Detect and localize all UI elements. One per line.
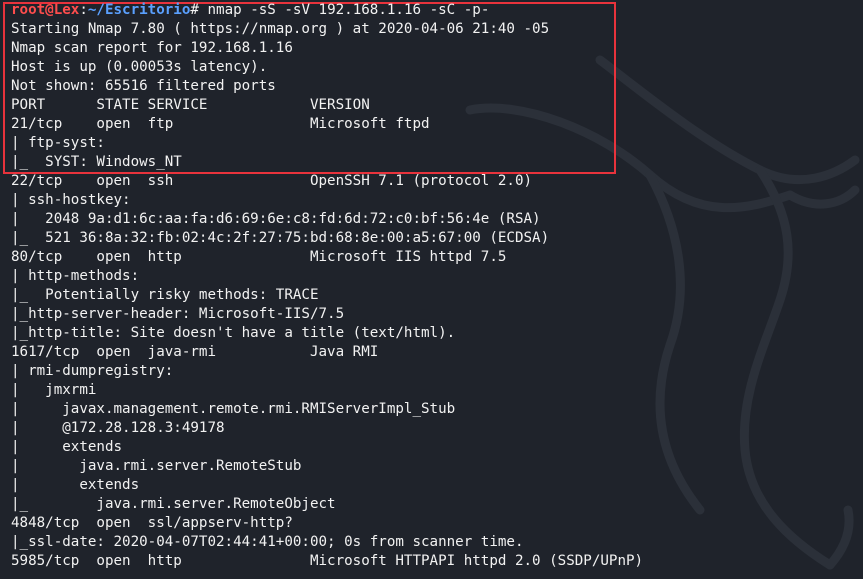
script-output-line: | ftp-syst: xyxy=(11,135,105,151)
output-line: Starting Nmap 7.80 ( https://nmap.org ) … xyxy=(11,21,550,37)
script-output-line: |_http-title: Site doesn't have a title … xyxy=(11,325,456,341)
prompt-separator: : xyxy=(79,2,88,18)
script-output-line: |_ 521 36:8a:32:fb:02:4c:2f:27:75:bd:68:… xyxy=(11,230,550,246)
script-output-line: | @172.28.128.3:49178 xyxy=(11,420,225,436)
script-output-line: | rmi-dumpregistry: xyxy=(11,363,174,379)
script-output-line: |_ssl-date: 2020-04-07T02:44:41+00:00; 0… xyxy=(11,534,524,550)
terminal-output: root@Lex:~/Escritorio# nmap -sS -sV 192.… xyxy=(11,1,643,571)
port-line: 21/tcp open ftp Microsoft ftpd xyxy=(11,116,430,132)
output-line: Not shown: 65516 filtered ports xyxy=(11,78,276,94)
script-output-line: | java.rmi.server.RemoteStub xyxy=(11,458,302,474)
script-output-line: | extends xyxy=(11,439,123,455)
port-line: 22/tcp open ssh OpenSSH 7.1 (protocol 2.… xyxy=(11,173,533,189)
script-output-line: | 2048 9a:d1:6c:aa:fa:d6:69:6e:c8:fd:6d:… xyxy=(11,211,541,227)
script-output-line: |_ Potentially risky methods: TRACE xyxy=(11,287,319,303)
terminal-window[interactable]: root@Lex:~/Escritorio# nmap -sS -sV 192.… xyxy=(0,0,863,579)
prompt-symbol: # xyxy=(190,2,208,18)
prompt-path: ~/Escritorio xyxy=(87,2,191,18)
script-output-line: |_ java.rmi.server.RemoteObject xyxy=(11,496,336,512)
output-line: Nmap scan report for 192.168.1.16 xyxy=(11,40,293,56)
table-header-line: PORT STATE SERVICE VERSION xyxy=(11,97,370,113)
script-output-line: |_ SYST: Windows_NT xyxy=(11,154,182,170)
script-output-line: | extends xyxy=(11,477,140,493)
command-text: nmap -sS -sV 192.168.1.16 -sC -p- xyxy=(207,2,490,18)
script-output-line: |_http-server-header: Microsoft-IIS/7.5 xyxy=(11,306,345,322)
prompt-line: root@Lex:~/Escritorio# nmap -sS -sV 192.… xyxy=(11,1,643,20)
script-output-line: | jmxrmi xyxy=(11,382,97,398)
port-line: 1617/tcp open java-rmi Java RMI xyxy=(11,344,379,360)
port-line: 5985/tcp open http Microsoft HTTPAPI htt… xyxy=(11,553,644,569)
script-output-line: | http-methods: xyxy=(11,268,140,284)
script-output-line: | ssh-hostkey: xyxy=(11,192,131,208)
port-line: 80/tcp open http Microsoft IIS httpd 7.5 xyxy=(11,249,507,265)
output-line: Host is up (0.00053s latency). xyxy=(11,59,268,75)
prompt-user: root@Lex xyxy=(11,2,80,18)
port-line: 4848/tcp open ssl/appserv-http? xyxy=(11,515,293,531)
script-output-line: | javax.management.remote.rmi.RMIServerI… xyxy=(11,401,456,417)
